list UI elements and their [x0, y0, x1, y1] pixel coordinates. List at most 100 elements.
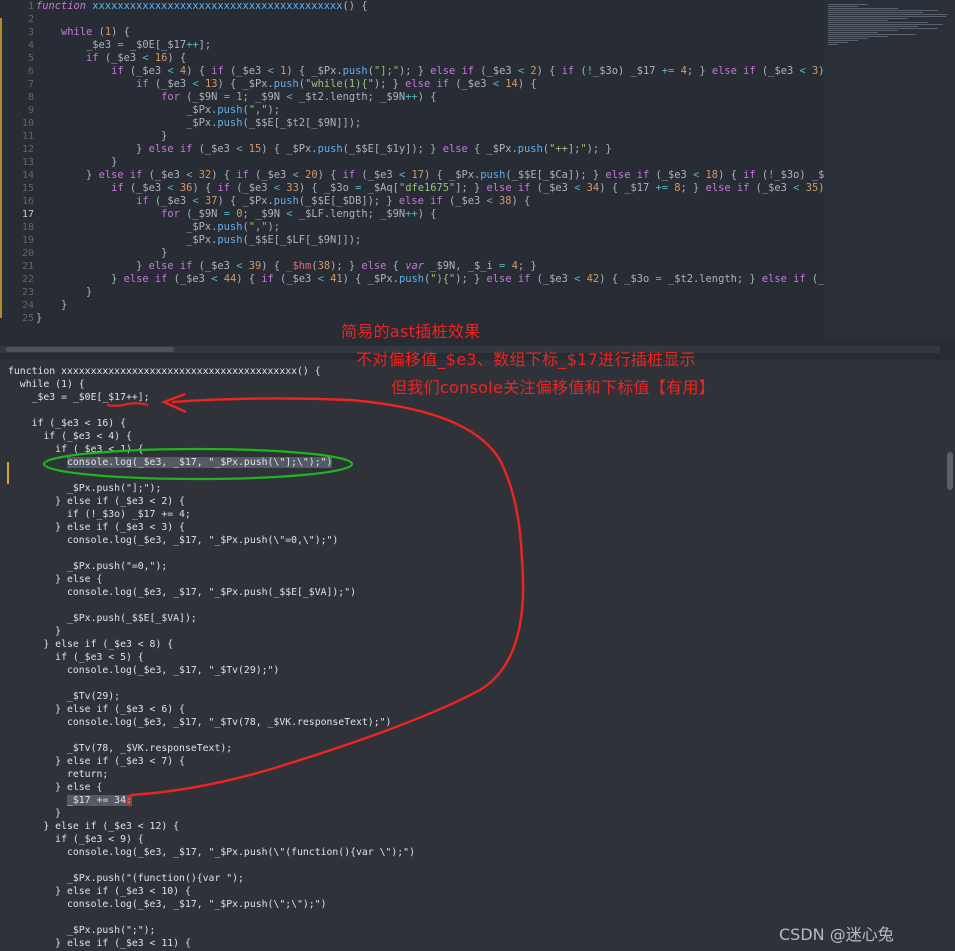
minimap-line: [828, 12, 923, 13]
minimap-line: [828, 38, 868, 39]
annotation-title: 简易的ast插桩效果: [341, 322, 481, 341]
top-code-line: function xxxxxxxxxxxxxxxxxxxxxxxxxxxxxxx…: [36, 0, 368, 12]
line-number: 22: [21, 274, 34, 285]
bottom-code-line: if (!_$3o) _$17 += 4;: [8, 509, 191, 520]
bottom-code-line: console.log(_$e3, _$17, "_$Tv(29);"): [8, 665, 280, 676]
selected-code-highlight: _$17 += 34;: [66, 795, 132, 806]
line-number: 20: [21, 248, 34, 259]
line-number: 17: [21, 209, 34, 220]
line-number: 18: [21, 222, 34, 233]
line-number: 5: [27, 53, 34, 64]
bottom-code-pane[interactable]: function xxxxxxxxxxxxxxxxxxxxxxxxxxxxxxx…: [0, 360, 955, 951]
line-number: 4: [27, 40, 34, 51]
minimap-line: [828, 20, 888, 21]
bottom-code-line: _$Px.push(_$$E[_$VA]);: [8, 613, 197, 624]
bottom-code-line: if (_$e3 < 16) {: [8, 418, 126, 429]
bottom-scrollbar-thumb[interactable]: [947, 452, 953, 490]
top-code-line: _$Px.push(",");: [36, 104, 281, 116]
line-number: 23: [21, 287, 34, 298]
top-code-line: }: [36, 247, 168, 259]
bottom-vertical-scrollbar[interactable]: [945, 360, 955, 951]
top-code-line: }: [36, 299, 68, 311]
bottom-code-line: } else {: [8, 782, 103, 793]
minimap[interactable]: [824, 0, 955, 340]
bottom-code-line: } else if (_$e3 < 3) {: [8, 522, 185, 533]
bottom-code-line: }: [8, 808, 62, 819]
top-code-line: _$Px.push(",");: [36, 221, 281, 233]
bottom-code-line: _$e3 = _$0E[_$17++];: [8, 392, 150, 403]
line-number: 6: [27, 66, 34, 77]
bottom-code-line: _$Px.push(";");: [8, 925, 156, 936]
line-number: 19: [21, 235, 34, 246]
minimap-line: [828, 40, 858, 41]
top-editor-pane[interactable]: 1 2 3 4 5 6 7 8 9 10 11 12 13 14 15 16 17 18 19 20 21 22 23 24 2…: [0, 0, 955, 348]
change-marker: [7, 462, 9, 484]
line-number: 13: [21, 157, 34, 168]
minimap-line: [828, 36, 888, 37]
minimap-line: [828, 28, 938, 29]
minimap-line: [828, 30, 898, 31]
annotation-line-2: 不对偏移值_$e3、数组下标_$17进行插桩显示: [356, 350, 696, 369]
bottom-code-line: _$Px.push("(function(){var ");: [8, 873, 244, 884]
bottom-code-line: _$Px.push("];");: [8, 483, 162, 494]
top-code-line: for (_$9N = 0; _$9N < _$LF.length; _$9N+…: [161, 208, 437, 220]
bottom-code-line: console.log(_$e3, _$17, "_$Px.push(\";\"…: [8, 899, 327, 910]
top-code-line: _$e3 = _$0E[_$17++];: [36, 39, 212, 51]
top-code-line: if (_$e3 < 37) { _$Px.push(_$$E[_$DB]); …: [136, 195, 531, 207]
bottom-code-line: if (_$e3 < 9) {: [8, 834, 144, 845]
bottom-code-line: function xxxxxxxxxxxxxxxxxxxxxxxxxxxxxxx…: [8, 366, 321, 377]
bottom-code-line: if (_$e3 < 1) {: [8, 444, 144, 455]
bottom-code-line: console.log(_$e3, _$17, "_$Px.push(\"(fu…: [8, 847, 415, 858]
top-code-line: }: [36, 286, 93, 298]
bottom-code-line: if (_$e3 < 4) {: [8, 431, 132, 442]
minimap-line: [828, 34, 916, 35]
top-code-line: _$Px.push(_$$E[_$t2[_$9N]]);: [36, 117, 362, 129]
bottom-code-line: } else if (_$e3 < 6) {: [8, 704, 185, 715]
bottom-code-line: } else if (_$e3 < 7) {: [8, 756, 185, 767]
bottom-code-line: if (_$e3 < 5) {: [8, 652, 144, 663]
line-number: 2: [27, 14, 34, 25]
top-code-line: _$Px.push(_$$E[_$LF[_$9N]]);: [36, 234, 362, 246]
top-code-line: }: [36, 130, 168, 142]
gutter-change-bar: [0, 18, 2, 318]
bottom-code-line: console.log(_$e3, _$17, "_$Px.push(_$$E[…: [8, 587, 356, 598]
annotation-line-3: 但我们console关注偏移值和下标值【有用】: [391, 378, 716, 397]
top-code-line: } else if (_$e3 < 32) { if (_$e3 < 20) {…: [36, 169, 824, 181]
bottom-code-line: } else if (_$e3 < 11) {: [8, 938, 191, 949]
bottom-code-line: } else if (_$e3 < 10) {: [8, 886, 191, 897]
line-number: 11: [21, 131, 34, 142]
top-code-line: } else if (_$e3 < 44) { if (_$e3 < 41) {…: [36, 273, 824, 285]
bottom-code-line: } else {: [8, 574, 103, 585]
line-number: 1: [27, 1, 34, 12]
bottom-code-line: _$17 += 34;: [8, 794, 132, 807]
line-number: 16: [21, 196, 34, 207]
line-number: 14: [21, 170, 34, 181]
selected-code-highlight: console.log(_$e3, _$17, "_$Px.push(\"];\…: [66, 457, 333, 468]
bottom-code-line: console.log(_$e3, _$17, "_$Px.push(\"=0,…: [8, 535, 339, 546]
top-code-line: if (_$e3 < 4) { if (_$e3 < 1) { _$Px.pus…: [111, 65, 824, 77]
top-code-line: }: [36, 312, 43, 324]
bottom-code-line: while (1) {: [8, 379, 85, 390]
bottom-code-line: console.log(_$e3, _$17, "_$Px.push(\"];\…: [8, 456, 333, 469]
top-code-area[interactable]: function xxxxxxxxxxxxxxxxxxxxxxxxxxxxxxx…: [36, 0, 824, 330]
top-code-line: while (1) {: [61, 26, 130, 38]
line-number: 3: [27, 27, 34, 38]
top-code-line: if (_$e3 < 16) {: [86, 52, 187, 64]
bottom-code-line: } else if (_$e3 < 12) {: [8, 821, 180, 832]
minimap-line: [828, 14, 948, 15]
minimap-line: [828, 22, 928, 23]
top-code-line: for (_$9N = 1; _$9N < _$t2.length; _$9N+…: [161, 91, 437, 103]
bottom-code-line: return;: [8, 769, 109, 780]
line-number: 7: [27, 79, 34, 90]
minimap-line: [828, 24, 943, 25]
minimap-line: [828, 32, 878, 33]
line-number: 8: [27, 92, 34, 103]
bottom-code-line: } else if (_$e3 < 8) {: [8, 639, 174, 650]
line-number: 21: [21, 261, 34, 272]
bottom-code-line: console.log(_$e3, _$17, "_$Tv(78, _$VK.r…: [8, 717, 392, 728]
minimap-line: [828, 44, 838, 45]
bottom-code-line: } else if (_$e3 < 2) {: [8, 496, 185, 507]
top-scrollbar-thumb[interactable]: [6, 347, 174, 352]
line-number: 10: [21, 118, 34, 129]
minimap-line: [828, 10, 938, 11]
